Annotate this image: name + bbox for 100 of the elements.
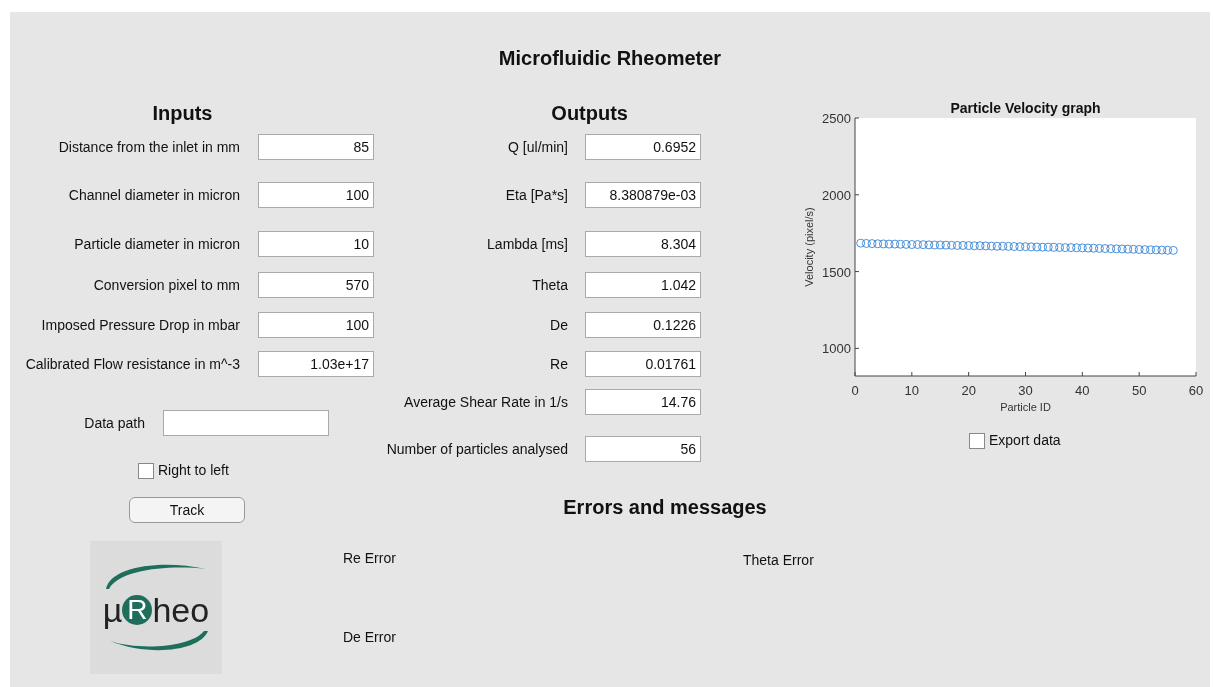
axis-label: Particle ID (1000, 401, 1051, 413)
value-field[interactable]: 570 (258, 272, 374, 298)
data-point (1055, 242, 1065, 252)
input-field[interactable] (163, 410, 329, 436)
value-field[interactable]: 100 (258, 312, 374, 338)
field-label: Imposed Pressure Drop in mbar (40, 315, 240, 335)
data-point (1146, 245, 1156, 255)
data-point (981, 241, 991, 251)
tick-label: 50 (1131, 383, 1147, 398)
data-point (878, 239, 888, 249)
data-point (1094, 243, 1104, 253)
section-heading: Outputs (551, 101, 628, 126)
logo-text: µ (102, 592, 123, 627)
data-point (1066, 243, 1076, 253)
field-label: Average Shear Rate in 1/s (403, 392, 568, 412)
data-point (1077, 243, 1087, 253)
value-field[interactable]: 1.03e+17 (258, 351, 374, 377)
data-point (873, 239, 883, 249)
value-field[interactable]: 56 (585, 436, 701, 462)
tick-label: 60 (1188, 383, 1204, 398)
data-point (1157, 245, 1167, 255)
data-point (1038, 242, 1048, 252)
value-field[interactable]: 100 (258, 182, 374, 208)
tick-label: 40 (1075, 383, 1090, 398)
tick-label: 10 (904, 383, 920, 398)
axis-label: Velocity (pixel/s) (803, 207, 815, 287)
data-point (1009, 242, 1019, 252)
data-point (1049, 242, 1059, 252)
data-point (952, 240, 962, 250)
data-point (1072, 243, 1082, 253)
field-label: Distance from the inlet in mm (57, 137, 240, 157)
data-point (913, 240, 922, 250)
value-field[interactable]: 8.380879e-03 (585, 182, 701, 208)
data-point (924, 240, 934, 250)
data-point (958, 240, 968, 250)
checkbox-label: Export data (989, 431, 1061, 450)
checkbox[interactable] (138, 462, 154, 479)
data-point (986, 241, 996, 251)
data-point (918, 240, 928, 250)
data-point (998, 241, 1008, 251)
data-point (930, 240, 940, 250)
value-field[interactable]: 1.042 (585, 272, 701, 298)
tick-label: 30 (1018, 383, 1033, 398)
tick-label: 0 (851, 383, 859, 398)
field-label: Data path (83, 413, 145, 433)
data-point (1043, 242, 1053, 252)
data-point (992, 241, 1002, 251)
data-point (1129, 244, 1138, 254)
data-point (1021, 242, 1030, 252)
field-label: Theta (531, 275, 568, 295)
data-point (969, 241, 979, 251)
value-field[interactable]: 8.304 (585, 231, 701, 257)
data-point (867, 239, 877, 249)
value-field[interactable]: 0.6952 (585, 134, 701, 160)
data-point (1060, 243, 1070, 253)
data-point (1140, 245, 1150, 255)
field-label: Conversion pixel to mm (92, 275, 240, 295)
data-point (941, 240, 951, 250)
track-button[interactable]: Track (129, 497, 245, 523)
value-field[interactable]: 85 (258, 134, 374, 160)
value-field[interactable]: 0.1226 (585, 312, 701, 338)
data-point (1163, 245, 1173, 255)
data-point (975, 241, 985, 251)
data-point (856, 238, 866, 248)
field-label: Particle diameter in micron (73, 234, 240, 254)
section-heading: Inputs (152, 101, 213, 126)
data-point (895, 239, 905, 249)
data-point (1026, 242, 1036, 252)
data-point (1106, 244, 1116, 254)
data-point (1117, 244, 1127, 254)
checkbox-label: Right to left (158, 461, 229, 480)
logo-text: heo (152, 592, 210, 627)
chart-title: Particle Velocity graph (950, 100, 1101, 116)
data-point (1151, 245, 1161, 255)
field-label: Eta [Pa*s] (504, 185, 568, 205)
data-point (1123, 244, 1133, 254)
tick-label: 2500 (822, 111, 851, 126)
data-point (861, 238, 871, 248)
value-field[interactable]: 14.76 (585, 389, 701, 415)
field-label: Channel diameter in micron (67, 185, 240, 205)
window-title: Microfluidic Rheometer (498, 46, 722, 69)
data-point (1168, 245, 1178, 255)
section-heading: Errors and messages (563, 495, 767, 520)
checkbox[interactable] (969, 432, 985, 449)
logo-initial: R (122, 594, 153, 625)
data-point (907, 240, 917, 250)
error-label: Re Error (343, 549, 396, 568)
data-point (1111, 244, 1121, 254)
data-point (1134, 244, 1144, 254)
data-point (1032, 242, 1042, 252)
data-point (901, 239, 911, 249)
value-field[interactable]: 0.01761 (585, 351, 701, 377)
data-point (890, 239, 900, 249)
field-label: Re (549, 354, 568, 374)
data-point (964, 241, 974, 251)
field-label: Calibrated Flow resistance in m^-3 (24, 354, 240, 374)
value-field[interactable]: 10 (258, 231, 374, 257)
tick-label: 2000 (822, 187, 851, 203)
field-label: Number of particles analysed (385, 439, 568, 459)
field-label: Q [ul/min] (507, 137, 568, 157)
